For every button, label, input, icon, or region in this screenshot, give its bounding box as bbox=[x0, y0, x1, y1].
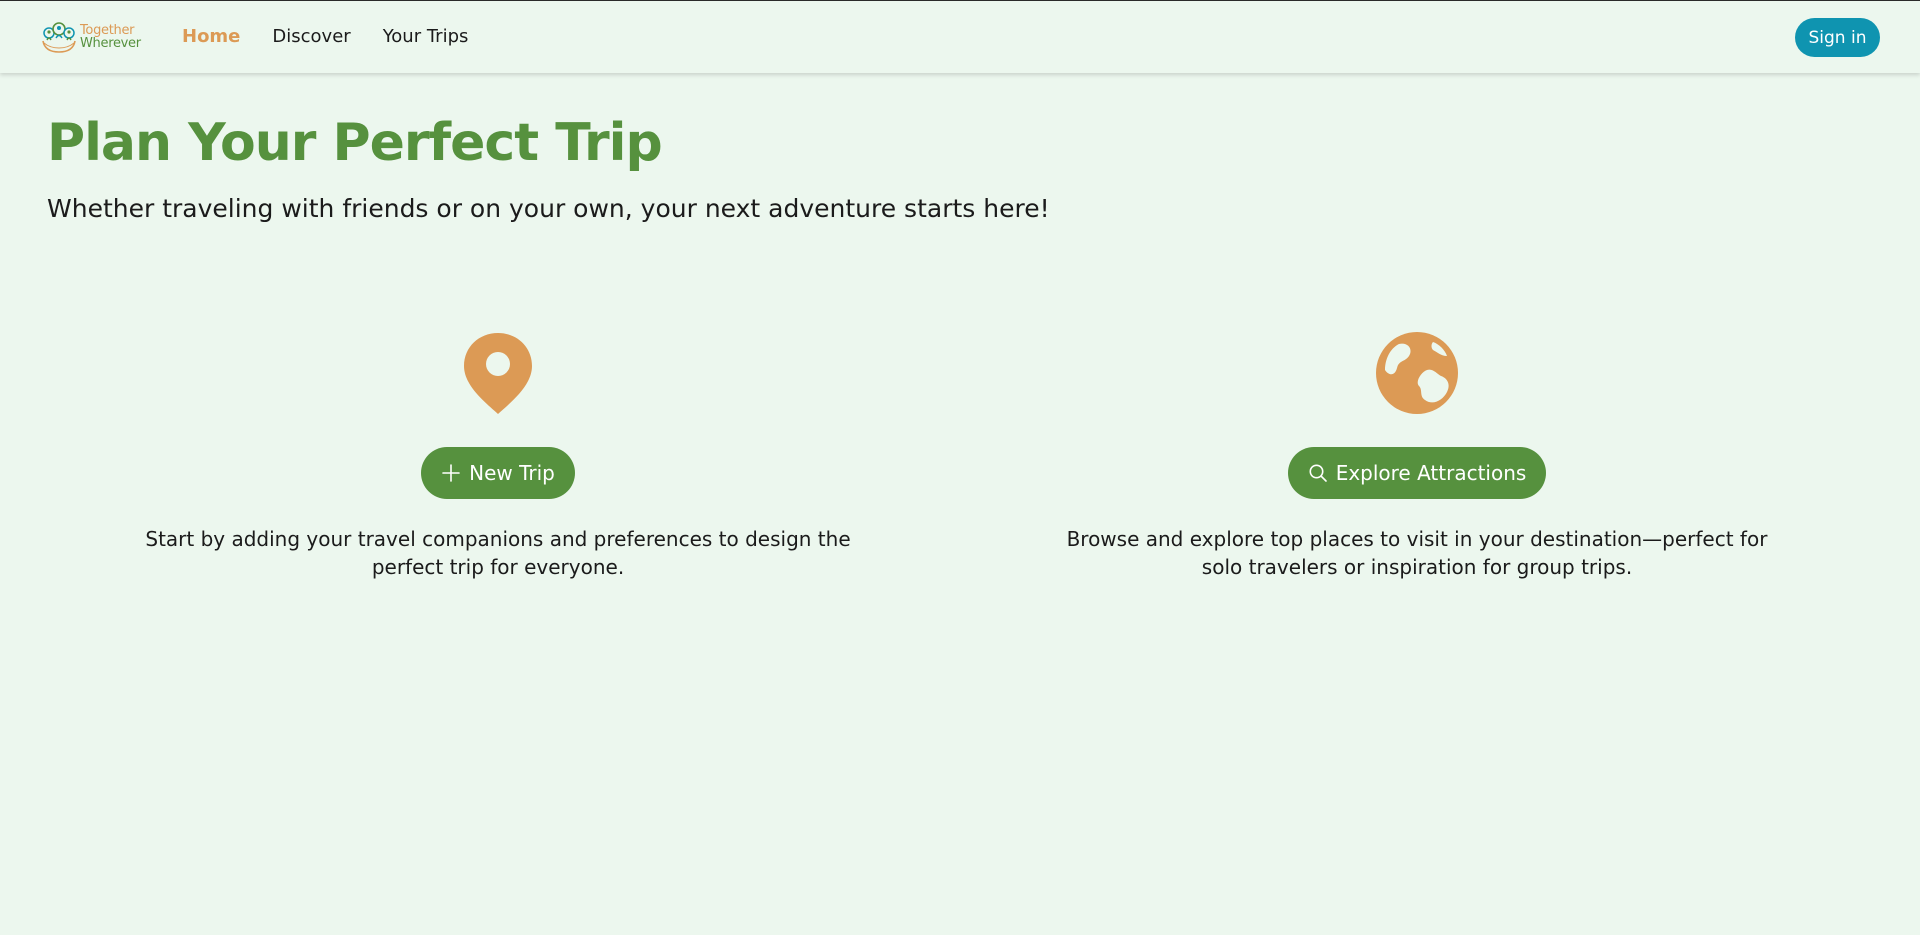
brand-name-line2: Wherever bbox=[80, 36, 141, 51]
nav-link-discover[interactable]: Discover bbox=[272, 25, 350, 49]
new-trip-card: New Trip Start by adding your travel com… bbox=[138, 330, 858, 581]
brand-name: Together Wherever bbox=[80, 24, 141, 50]
explore-attractions-card: Explore Attractions Browse and explore t… bbox=[1057, 330, 1777, 581]
plus-icon bbox=[442, 464, 460, 482]
new-trip-description: Start by adding your travel companions a… bbox=[145, 527, 851, 579]
nav-link-home[interactable]: Home bbox=[182, 25, 240, 49]
top-nav-bar: Together Wherever Home Discover Your Tri… bbox=[0, 0, 1920, 73]
logo-icon bbox=[42, 22, 76, 53]
sign-in-button[interactable]: Sign in bbox=[1795, 18, 1880, 57]
explore-attractions-button-label: Explore Attractions bbox=[1335, 461, 1527, 485]
explore-attractions-button[interactable]: Explore Attractions bbox=[1287, 447, 1547, 499]
map-pin-icon bbox=[464, 333, 532, 414]
search-icon bbox=[1309, 464, 1327, 482]
new-trip-button[interactable]: New Trip bbox=[421, 447, 575, 499]
page-subtitle: Whether traveling with friends or on you… bbox=[47, 194, 1050, 223]
globe-icon bbox=[1376, 332, 1458, 414]
main-nav: Home Discover Your Trips bbox=[182, 25, 500, 49]
page-title: Plan Your Perfect Trip bbox=[47, 113, 663, 173]
nav-link-your-trips[interactable]: Your Trips bbox=[383, 25, 469, 49]
brand-logo[interactable]: Together Wherever bbox=[40, 19, 150, 55]
explore-attractions-description: Browse and explore top places to visit i… bbox=[1066, 527, 1768, 579]
new-trip-button-label: New Trip bbox=[469, 461, 555, 485]
